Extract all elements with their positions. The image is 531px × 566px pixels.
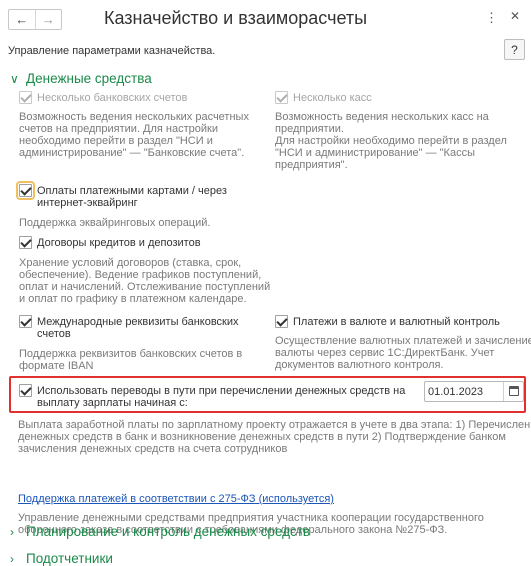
law-275-link[interactable]: Поддержка платежей в соответствии с 275-… [18,493,334,505]
cash-desks-label: Несколько касс [293,92,372,104]
chevron-down-icon: ∨ [10,72,19,86]
card-payments-description: Поддержка эквайринговых операций. [19,217,211,229]
transfers-in-transit-label: Использовать переводы в пути при перечис… [37,385,406,409]
cash-desks-description: Возможность ведения нескольких касс на п… [275,111,507,171]
transfers-in-transit-checkbox[interactable] [19,384,32,397]
arrow-left-icon: ← [15,12,29,27]
start-date-input[interactable] [428,384,500,399]
loans-label: Договоры кредитов и депозитов [37,237,201,249]
card-payments-label: Оплаты платежными картами / через интерн… [37,185,227,209]
start-date-field[interactable] [424,381,524,402]
currency-label: Платежи в валюте и валютный контроль [293,316,500,328]
section-money-header[interactable]: ∨ Денежные средства [10,71,152,86]
section-accountables-title: Подотчетники [26,551,113,566]
forward-button[interactable]: → [34,10,62,29]
help-button[interactable]: ? [504,39,525,60]
card-payments-checkbox[interactable] [16,181,35,200]
back-button[interactable]: ← [9,10,35,29]
bank-accounts-label: Несколько банковских счетов [37,92,188,104]
bank-accounts-checkbox[interactable] [19,91,32,104]
page-title: Казначейство и взаиморасчеты [104,8,368,28]
section-planning-title: Планирование и контроль денежных средств [26,524,311,539]
section-accountables-header[interactable]: › Подотчетники [10,551,113,566]
arrow-right-icon: → [41,12,55,27]
loans-description: Хранение условий договоров (ставка, срок… [19,257,271,305]
currency-description: Осуществление валютных платежей и зачисл… [275,335,531,371]
cash-desks-checkbox[interactable] [275,91,288,104]
section-money-title: Денежные средства [26,71,152,86]
title-bar: ← → Казначейство и взаиморасчеты ⋮ ✕ [0,0,531,38]
transfers-in-transit-description: Выплата заработной платы по зарплатному … [18,419,531,455]
bank-accounts-description: Возможность ведения нескольких расчетных… [19,111,249,159]
navigation-buttons: ← → [8,9,62,30]
currency-checkbox[interactable] [275,315,288,328]
calendar-icon [509,386,519,396]
intl-details-label: Международные реквизиты банковских счето… [37,316,239,340]
page-subtitle: Управление параметрами казначейства. [8,45,216,57]
more-vertical-icon[interactable]: ⋮ [485,10,498,26]
chevron-right-icon: › [10,525,14,539]
loans-checkbox[interactable] [19,236,32,249]
close-icon[interactable]: ✕ [510,9,520,23]
intl-details-checkbox[interactable] [19,315,32,328]
chevron-right-icon: › [10,552,14,566]
calendar-button[interactable] [503,382,523,401]
section-planning-header[interactable]: › Планирование и контроль денежных средст… [10,524,310,539]
intl-details-description: Поддержка реквизитов банковских счетов в… [19,348,243,372]
